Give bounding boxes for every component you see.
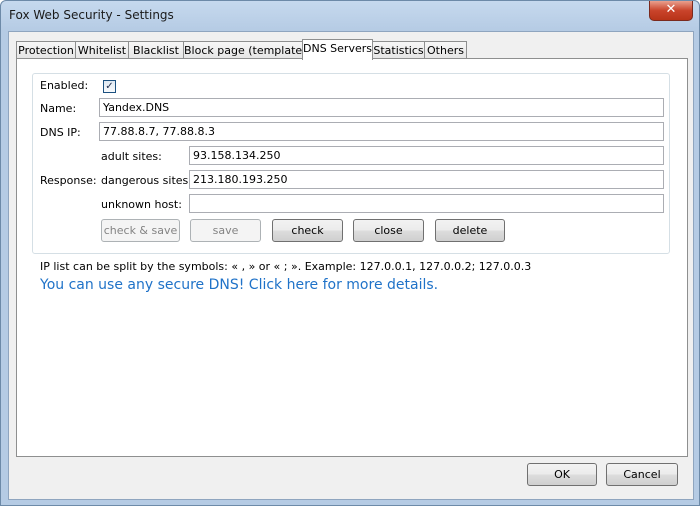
settings-window: Fox Web Security - Settings ✕ Protection… <box>0 0 700 506</box>
dns-servers-panel: Enabled: ✓ Name: DNS IP: adult sites: Re… <box>16 58 688 457</box>
check-button[interactable]: check <box>272 219 343 242</box>
name-label: Name: <box>40 102 77 115</box>
response-label: Response: <box>40 174 97 187</box>
tab-statistics[interactable]: Statistics <box>372 41 425 59</box>
dns-ip-label: DNS IP: <box>40 126 81 139</box>
dns-entry-group: Enabled: ✓ Name: DNS IP: adult sites: Re… <box>32 73 670 254</box>
unknown-host-label: unknown host: <box>101 198 182 211</box>
enabled-checkbox[interactable]: ✓ <box>103 80 116 93</box>
enabled-label: Enabled: <box>40 79 89 92</box>
unknown-host-field[interactable] <box>189 194 664 213</box>
tab-protection[interactable]: Protection <box>16 41 76 59</box>
dns-ip-field[interactable] <box>99 122 664 141</box>
delete-button[interactable]: delete <box>435 219 505 242</box>
cancel-button[interactable]: Cancel <box>606 463 678 486</box>
window-close-button[interactable]: ✕ <box>649 1 693 21</box>
tab-block-page[interactable]: Block page (template) <box>183 41 306 59</box>
title-bar[interactable]: Fox Web Security - Settings ✕ <box>1 1 699 31</box>
dangerous-sites-field[interactable] <box>189 170 664 189</box>
secure-dns-link[interactable]: You can use any secure DNS! Click here f… <box>40 277 438 293</box>
close-button[interactable]: close <box>353 219 424 242</box>
dangerous-sites-label: dangerous sites: <box>101 174 192 187</box>
client-area: Protection Whitelist Blacklist Block pag… <box>8 31 694 500</box>
checkmark-icon: ✓ <box>105 81 114 92</box>
window-title: Fox Web Security - Settings <box>9 8 174 22</box>
ip-list-hint: IP list can be split by the symbols: « ,… <box>40 260 532 273</box>
tab-blacklist[interactable]: Blacklist <box>128 41 184 59</box>
adult-sites-label: adult sites: <box>101 150 162 163</box>
tab-dns-servers[interactable]: DNS Servers <box>302 39 373 60</box>
tab-others[interactable]: Others <box>424 41 467 59</box>
check-and-save-button[interactable]: check & save <box>101 219 180 242</box>
save-button[interactable]: save <box>190 219 261 242</box>
tab-whitelist[interactable]: Whitelist <box>75 41 129 59</box>
ok-button[interactable]: OK <box>527 463 597 486</box>
name-field[interactable] <box>99 98 664 117</box>
adult-sites-field[interactable] <box>189 146 664 165</box>
